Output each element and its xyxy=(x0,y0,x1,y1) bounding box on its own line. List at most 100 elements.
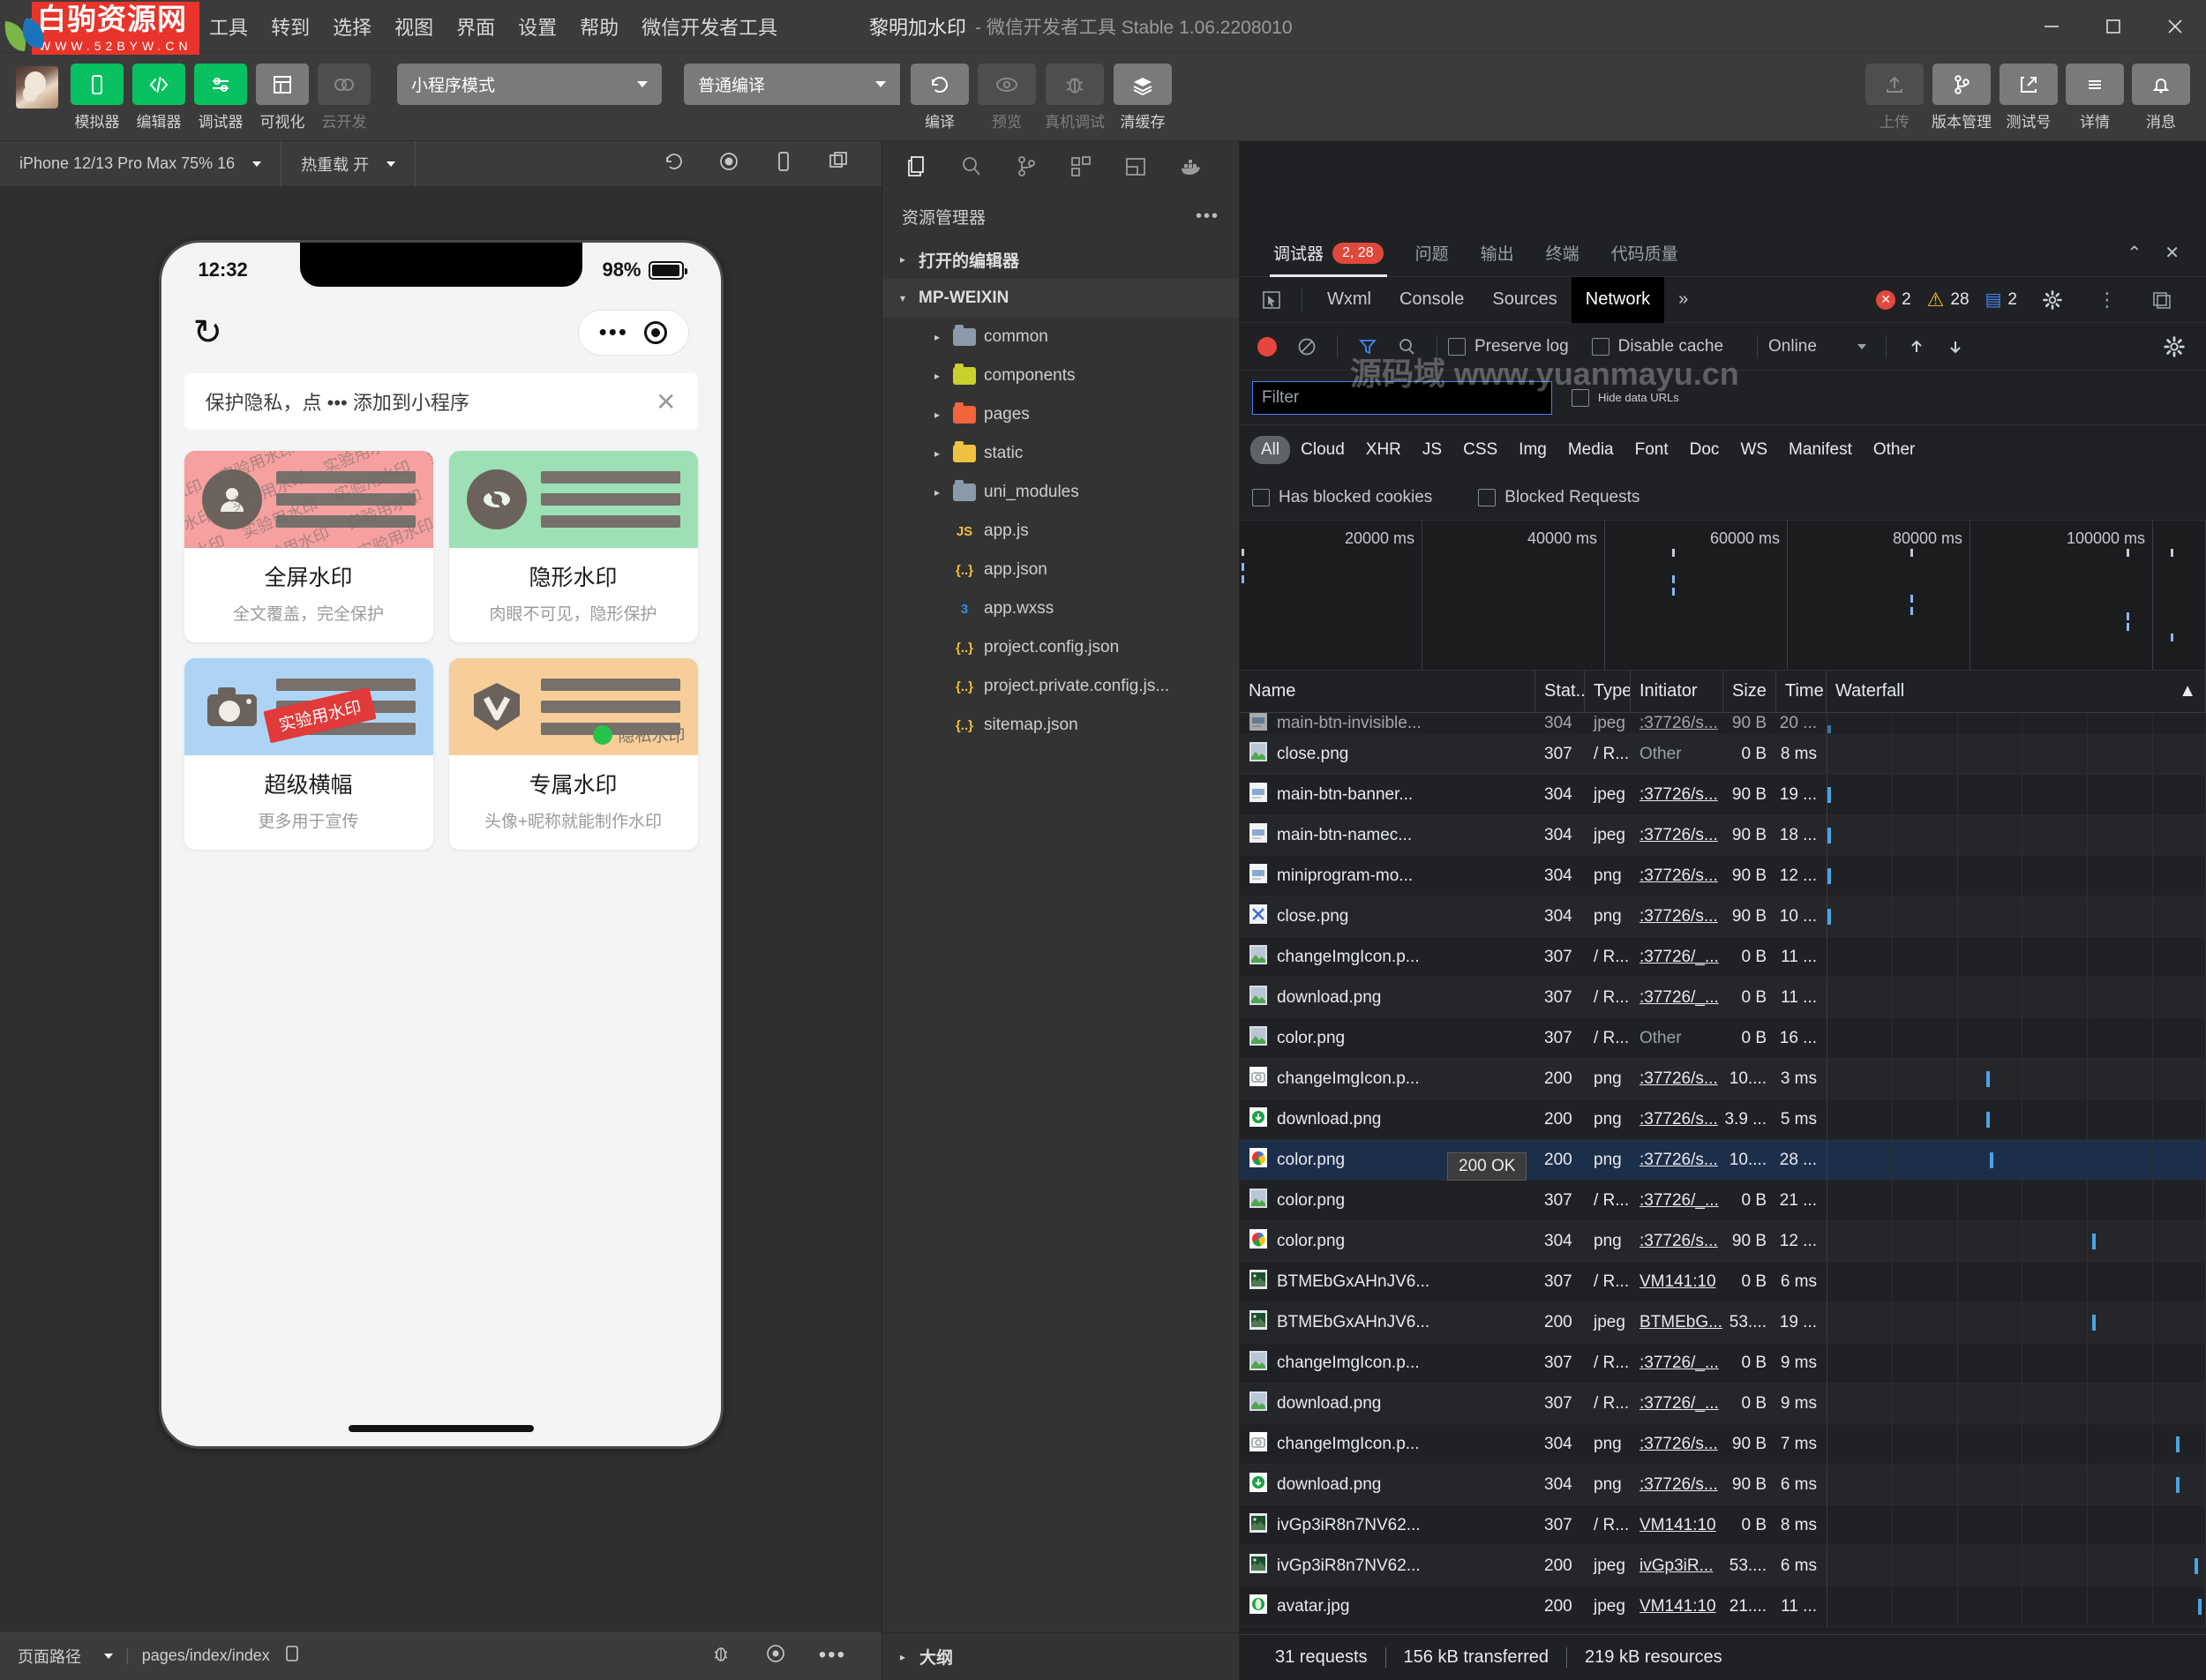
type-filter-XHR[interactable]: XHR xyxy=(1355,436,1412,464)
disable-cache-checkbox[interactable]: Disable cache xyxy=(1592,337,1723,356)
type-filter-Doc[interactable]: Doc xyxy=(1679,436,1730,464)
filter-input[interactable]: Filter xyxy=(1252,381,1552,415)
toolbar-button-上传[interactable]: 上传 xyxy=(1865,64,1924,131)
feature-card[interactable]: 实验用水印超级横幅更多用于宣传 xyxy=(184,658,433,850)
request-initiator[interactable]: :37726/s... xyxy=(1631,1465,1723,1504)
files-icon[interactable] xyxy=(889,144,944,190)
toolbar-button-真机调试[interactable]: 真机调试 xyxy=(1045,64,1105,131)
menu-item-1[interactable]: 文件 xyxy=(74,7,136,46)
tree-item-pages[interactable]: ▸pages xyxy=(882,395,1239,434)
network-request-row[interactable]: changeImgIcon.p...200png:37726/s...10...… xyxy=(1240,1059,2206,1099)
network-request-row[interactable]: download.png307/ R...:37726/_...0 B11 ..… xyxy=(1240,978,2206,1018)
network-request-row[interactable]: color.png307/ R...Other0 B16 ... xyxy=(1240,1018,2206,1059)
type-filter-JS[interactable]: JS xyxy=(1412,436,1452,464)
network-request-row[interactable]: close.png304png:37726/s...90 B10 ... xyxy=(1240,896,2206,937)
throttle-select[interactable]: Online xyxy=(1768,337,1866,356)
type-filter-Img[interactable]: Img xyxy=(1508,436,1557,464)
network-request-row[interactable]: download.png200png:37726/s...3.9 ...5 ms xyxy=(1240,1099,2206,1140)
device-frame-icon[interactable] xyxy=(772,150,795,177)
blocked-requests-checkbox[interactable]: Blocked Requests xyxy=(1478,488,1639,507)
toolbar-button-模拟器[interactable]: 模拟器 xyxy=(71,64,124,131)
tree-section-MP-WEIXIN[interactable]: ▾MP-WEIXIN xyxy=(882,279,1239,318)
request-initiator[interactable]: :37726/s... xyxy=(1631,1140,1723,1180)
source-control-icon[interactable] xyxy=(999,144,1054,190)
type-filter-Font[interactable]: Font xyxy=(1624,436,1679,464)
request-initiator[interactable]: ivGp3iR... xyxy=(1631,1546,1723,1586)
request-initiator[interactable]: :37726/s... xyxy=(1631,713,1723,733)
request-initiator[interactable]: VM141:10 xyxy=(1631,1586,1723,1626)
panel-tab-输出[interactable]: 输出 xyxy=(1465,229,1530,277)
has-blocked-cookies-checkbox[interactable]: Has blocked cookies xyxy=(1252,488,1432,507)
column-header-Stat[interactable]: Stat... xyxy=(1535,671,1585,713)
request-initiator[interactable]: :37726/s... xyxy=(1631,1059,1723,1099)
tree-item-common[interactable]: ▸common xyxy=(882,318,1239,356)
chevron-down-icon[interactable] xyxy=(104,1654,113,1659)
import-icon[interactable] xyxy=(1897,328,1936,365)
toolbar-button-云开发[interactable]: 云开发 xyxy=(318,64,371,131)
eye-icon[interactable] xyxy=(764,1642,787,1669)
menu-item-4[interactable]: 转到 xyxy=(259,7,321,46)
request-initiator[interactable]: :37726/s... xyxy=(1631,1424,1723,1464)
filter-icon[interactable] xyxy=(1348,328,1387,365)
project-mode-select[interactable]: 小程序模式 xyxy=(397,64,662,105)
menu-item-0[interactable]: 项目 xyxy=(12,7,74,46)
page-path-label[interactable]: 页面路径 xyxy=(18,1645,81,1668)
network-request-row[interactable]: changeImgIcon.p...307/ R...:37726/_...0 … xyxy=(1240,1343,2206,1384)
network-request-row[interactable]: ivGp3iR8n7NV62...200jpegivGp3iR...53....… xyxy=(1240,1546,2206,1586)
refresh-icon[interactable]: ↻ xyxy=(193,315,223,350)
request-initiator[interactable]: BTMEbG... xyxy=(1631,1302,1723,1342)
network-overview-timeline[interactable]: 20000 ms40000 ms60000 ms80000 ms100000 m… xyxy=(1240,521,2206,671)
toolbar-button-消息[interactable]: 消息 xyxy=(2132,64,2190,131)
toolbar-button-编译[interactable]: 编译 xyxy=(911,64,969,131)
feature-card[interactable]: 隐形水印肉眼不可见，隐形保护 xyxy=(449,451,698,642)
layout-icon[interactable] xyxy=(1108,144,1163,190)
panel-tab-问题[interactable]: 问题 xyxy=(1399,229,1465,277)
network-request-list[interactable]: 200 OK main-btn-invisible...304jpeg:3772… xyxy=(1240,713,2206,1634)
request-initiator[interactable]: :37726/s... xyxy=(1631,815,1723,855)
network-request-row[interactable]: BTMEbGxAHnJV6...200jpegBTMEbG...53....19… xyxy=(1240,1302,2206,1343)
column-header-Type[interactable]: Type xyxy=(1585,671,1631,713)
feature-card[interactable]: 实验用水印实验用水印实验用水印实验用水印实验用水印实验用水印实验用水印实验用水印… xyxy=(184,451,433,642)
device-select[interactable]: iPhone 12/13 Pro Max 75% 16 xyxy=(0,141,281,187)
close-icon[interactable]: ✕ xyxy=(2165,242,2180,264)
info-count[interactable]: ▤ 2 xyxy=(1985,289,2017,311)
record-icon[interactable] xyxy=(1257,337,1277,356)
toolbar-button-详情[interactable]: 详情 xyxy=(2066,64,2124,131)
feature-card[interactable]: 隐私水印专属水印头像+昵称就能制作水印 xyxy=(449,658,698,850)
preserve-log-checkbox[interactable]: Preserve log xyxy=(1448,337,1569,356)
request-initiator[interactable]: :37726/_... xyxy=(1631,1343,1723,1383)
type-filter-Other[interactable]: Other xyxy=(1863,436,1926,464)
type-filter-Cloud[interactable]: Cloud xyxy=(1290,436,1355,464)
column-header-Initiator[interactable]: Initiator xyxy=(1631,671,1723,713)
toolbar-button-预览[interactable]: 预览 xyxy=(978,64,1036,131)
request-initiator[interactable]: :37726/s... xyxy=(1631,896,1723,936)
network-request-row[interactable]: close.png307/ R...Other0 B8 ms xyxy=(1240,734,2206,775)
column-header-Size[interactable]: Size xyxy=(1723,671,1776,713)
ellipsis-icon[interactable]: ••• xyxy=(599,326,628,340)
tree-item-sitemap.json[interactable]: {..}sitemap.json xyxy=(882,706,1239,745)
network-request-row[interactable]: main-btn-namec...304jpeg:37726/s...90 B1… xyxy=(1240,815,2206,856)
search-icon[interactable] xyxy=(1387,328,1426,365)
panel-tab-终端[interactable]: 终端 xyxy=(1530,229,1595,277)
request-initiator[interactable]: :37726/_... xyxy=(1631,978,1723,1017)
menu-item-5[interactable]: 选择 xyxy=(321,7,383,46)
tree-item-components[interactable]: ▸components xyxy=(882,356,1239,395)
network-request-row[interactable]: main-btn-banner...304jpeg:37726/s...90 B… xyxy=(1240,775,2206,815)
toolbar-button-调试器[interactable]: 调试器 xyxy=(194,64,247,131)
column-header-Time[interactable]: Time xyxy=(1776,671,1827,713)
request-initiator[interactable]: VM141:10 xyxy=(1631,1505,1723,1545)
devtools-tab-Console[interactable]: Console xyxy=(1385,277,1478,323)
request-initiator[interactable]: :37726/_... xyxy=(1631,1384,1723,1423)
export-icon[interactable] xyxy=(1936,328,1975,365)
menu-item-3[interactable]: 工具 xyxy=(198,7,259,46)
tree-item-uni_modules[interactable]: ▸uni_modules xyxy=(882,473,1239,512)
menu-item-9[interactable]: 帮助 xyxy=(568,7,630,46)
kebab-icon[interactable]: ⋮ xyxy=(2088,281,2127,319)
multi-window-icon[interactable] xyxy=(827,150,850,177)
devtools-tab-Sources[interactable]: Sources xyxy=(1478,277,1571,323)
network-request-row[interactable]: miniprogram-mo...304png:37726/s...90 B12… xyxy=(1240,856,2206,896)
docker-icon[interactable] xyxy=(1163,144,1218,190)
network-request-row[interactable]: changeImgIcon.p...304png:37726/s...90 B7… xyxy=(1240,1424,2206,1465)
type-filter-All[interactable]: All xyxy=(1250,436,1290,464)
network-request-row[interactable]: BTMEbGxAHnJV6...307/ R...VM141:100 B6 ms xyxy=(1240,1262,2206,1302)
